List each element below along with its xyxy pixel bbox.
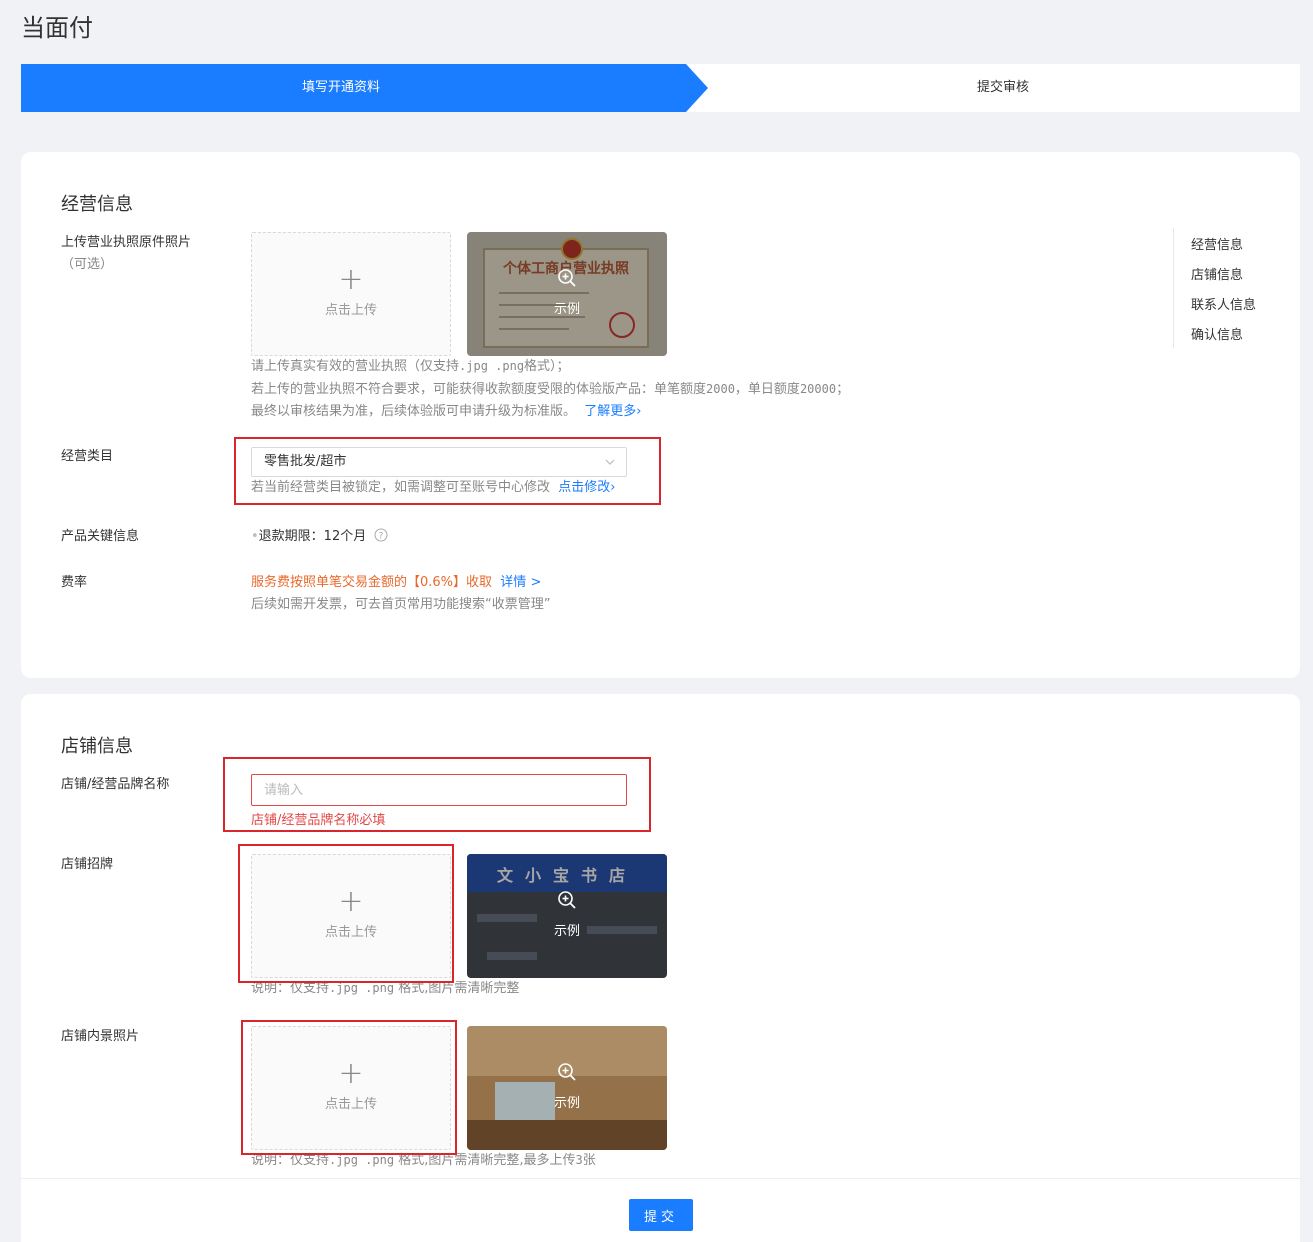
plus-icon: +	[338, 262, 364, 297]
help-text: 请上传真实有效的营业执照（仅支持	[251, 359, 460, 374]
chevron-right-icon: ›	[610, 480, 616, 495]
category-help-text: 若当前经营类目被锁定，如需调整可至账号中心修改	[251, 480, 551, 495]
help-text: ，单日额度	[734, 382, 800, 397]
brand-name-label: 店铺/经营品牌名称	[61, 777, 170, 792]
interior-example-image[interactable]: 示例	[467, 1026, 667, 1150]
anchor-contact-info[interactable]: 联系人信息	[1191, 294, 1256, 313]
help-text: 张	[582, 1153, 596, 1168]
chevron-right-icon: >	[530, 575, 542, 590]
example-overlay	[467, 854, 667, 978]
plus-icon: +	[338, 1056, 364, 1091]
help-text-formats: .jpg .png	[459, 359, 525, 373]
section-title-business: 经营信息	[61, 194, 133, 215]
help-text: 说明：仅支持	[251, 981, 330, 996]
submit-button[interactable]: 提交	[629, 1199, 693, 1231]
anchor-store-info[interactable]: 店铺信息	[1191, 264, 1243, 283]
help-text: 说明：仅支持	[251, 1153, 330, 1168]
help-text: 若上传的营业执照不符合要求，可能获得收款额度受限的体验版产品：单笔额度	[251, 382, 707, 397]
step-bar: 填写开通资料 提交审核	[21, 64, 1300, 112]
interior-help: 说明：仅支持.jpg .png 格式,图片需清晰完整,最多上传3张	[251, 1149, 596, 1172]
question-icon[interactable]: ?	[374, 528, 388, 542]
license-help-line1: 请上传真实有效的营业执照（仅支持.jpg .png格式）；	[251, 355, 849, 378]
interior-label: 店铺内景照片	[61, 1029, 140, 1044]
bullet-dot: •	[251, 529, 259, 544]
step-arrow	[686, 64, 708, 112]
brand-name-error: 店铺/经营品牌名称必填	[251, 813, 386, 828]
category-help: 若当前经营类目被锁定，如需调整可至账号中心修改 点击修改›	[251, 477, 616, 499]
business-info-card: 经营信息 上传营业执照原件照片 （可选） + 点击上传 个体工商户营业执照 示例…	[21, 152, 1300, 678]
rate-line: 服务费按照单笔交易金额的【0.6%】收取 详情 >	[251, 572, 550, 594]
single-limit: 2000	[706, 382, 735, 396]
help-text-formats: .jpg .png	[329, 1153, 395, 1167]
example-overlay	[467, 232, 667, 356]
store-info-card: 店铺信息 店铺/经营品牌名称 店铺/经营品牌名称必填 店铺招牌 + 点击上传 文…	[21, 694, 1300, 1242]
interior-upload-button[interactable]: + 点击上传	[251, 1026, 451, 1150]
page-title: 当面付	[21, 14, 93, 42]
license-label-optional: （可选）	[61, 257, 114, 272]
max-upload-count: 3	[575, 1153, 583, 1167]
upload-text: 点击上传	[324, 925, 377, 940]
signboard-upload-button[interactable]: + 点击上传	[251, 854, 451, 978]
svg-text:?: ?	[379, 532, 384, 542]
license-help-line2: 若上传的营业执照不符合要求，可能获得收款额度受限的体验版产品：单笔额度2000，…	[251, 378, 849, 401]
signboard-label: 店铺招牌	[61, 857, 114, 872]
category-select-value: 零售批发/超市	[264, 454, 347, 469]
category-label: 经营类目	[61, 449, 114, 464]
rate-detail-link[interactable]: 详情 >	[500, 575, 541, 590]
zoom-in-icon	[558, 1063, 576, 1081]
example-overlay	[467, 1026, 667, 1150]
license-help-line3: 最终以审核结果为准，后续体验版可申请升级为标准版。 了解更多›	[251, 401, 849, 423]
daily-limit: 20000	[799, 382, 837, 396]
license-upload-button[interactable]: + 点击上传	[251, 232, 451, 356]
edit-category-text: 点击修改	[558, 480, 611, 495]
chevron-right-icon: ›	[636, 404, 642, 419]
help-text: 格式,图片需清晰完整,最多上传	[398, 1153, 576, 1168]
zoom-in-icon	[558, 269, 576, 287]
license-help: 请上传真实有效的营业执照（仅支持.jpg .png格式）； 若上传的营业执照不符…	[251, 355, 849, 423]
signboard-help: 说明：仅支持.jpg .png 格式,图片需清晰完整	[251, 977, 519, 1000]
help-text: 最终以审核结果为准，后续体验版可申请升级为标准版。	[251, 404, 577, 419]
rate-label: 费率	[61, 575, 88, 590]
license-example-image[interactable]: 个体工商户营业执照 示例	[467, 232, 667, 356]
zoom-in-icon	[558, 891, 576, 909]
help-text: 格式）；	[524, 359, 570, 374]
license-label: 上传营业执照原件照片 （可选）	[61, 232, 191, 276]
learn-more-link[interactable]: 了解更多›	[584, 404, 641, 419]
step-fill-info: 填写开通资料	[301, 80, 380, 95]
upload-text: 点击上传	[324, 1097, 377, 1112]
upload-text: 点击上传	[324, 303, 377, 318]
step-submit-review: 提交审核	[976, 80, 1029, 95]
category-select[interactable]: 零售批发/超市	[251, 447, 627, 477]
anchor-nav: 经营信息 店铺信息 联系人信息 确认信息	[1173, 228, 1283, 348]
plus-icon: +	[338, 884, 364, 919]
help-text: ；	[836, 382, 850, 397]
rate-text: 服务费按照单笔交易金额的【0.6%】收取	[251, 575, 493, 590]
signboard-example-image[interactable]: 文小宝书店 示例	[467, 854, 667, 978]
refund-period-text: 退款期限：12个月	[258, 529, 367, 544]
help-text-formats: .jpg .png	[329, 981, 395, 995]
rate-note: 后续如需开发票，可去首页常用功能搜索“收票管理”	[251, 597, 551, 612]
section-title-store: 店铺信息	[61, 736, 133, 757]
footer-bar: 提交	[21, 1178, 1300, 1242]
rate-detail-text: 详情	[500, 575, 527, 590]
rate-info: 服务费按照单笔交易金额的【0.6%】收取 详情 > 后续如需开发票，可去首页常用…	[251, 572, 550, 616]
refund-period: •退款期限：12个月 ?	[251, 526, 388, 548]
chevron-down-icon	[605, 459, 615, 465]
example-label: 示例	[553, 924, 580, 939]
anchor-confirm-info[interactable]: 确认信息	[1191, 324, 1243, 343]
product-label: 产品关键信息	[61, 529, 140, 544]
license-label-text: 上传营业执照原件照片	[61, 235, 192, 250]
anchor-business-info[interactable]: 经营信息	[1191, 234, 1243, 253]
edit-category-link[interactable]: 点击修改›	[558, 480, 615, 495]
example-label: 示例	[553, 302, 580, 317]
example-label: 示例	[553, 1096, 580, 1111]
brand-name-input[interactable]	[251, 774, 627, 806]
learn-more-text: 了解更多	[584, 404, 637, 419]
help-text: 格式,图片需清晰完整	[398, 981, 520, 996]
